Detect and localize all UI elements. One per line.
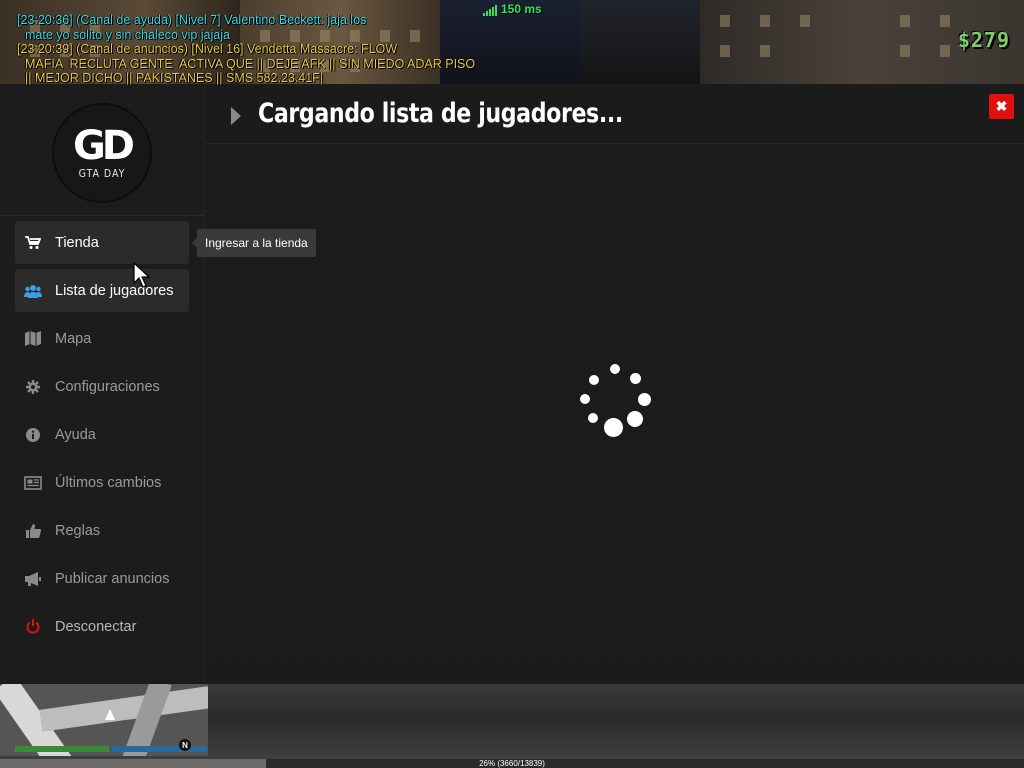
spinner-dot: [588, 413, 598, 423]
map-icon: [24, 331, 42, 347]
logo: GD GTA DAY: [52, 103, 152, 203]
building-window: [760, 15, 770, 27]
logo-subtitle: GTA DAY: [78, 167, 126, 180]
newspaper-icon: [24, 475, 42, 491]
money-counter: $279: [957, 28, 1010, 52]
chat-log: [23:20:36] (Canal de ayuda) [Nivel 7] Va…: [17, 13, 487, 86]
spinner-dot: [638, 393, 651, 406]
divider: [0, 215, 204, 216]
armor-bar: [112, 746, 207, 752]
spinner-dot: [627, 411, 643, 427]
chat-line: [23:20:36] (Canal de ayuda) [Nivel 7] Va…: [17, 13, 367, 27]
sidebar-item-label: Desconectar: [55, 618, 137, 635]
sidebar-item-label: Mapa: [55, 330, 92, 347]
spinner-dot: [580, 394, 590, 404]
chat-line: || MEJOR DICHO || PAKISTANES || SMS 582.…: [25, 71, 324, 85]
loading-spinner: [575, 364, 655, 444]
spinner-dot: [630, 373, 641, 384]
menu-panel: GD GTA DAY Tienda Lista de jugadores Map…: [0, 84, 1024, 684]
sidebar-item-label: Tienda: [55, 234, 99, 251]
sidebar-item-lista-de-jugadores[interactable]: Lista de jugadores: [15, 269, 189, 312]
sidebar-item-ultimos-cambios[interactable]: Últimos cambios: [15, 461, 189, 504]
sidebar-item-label: Configuraciones: [55, 378, 160, 395]
building-window: [900, 15, 910, 27]
mouse-cursor-icon: [133, 261, 151, 293]
sidebar-item-desconectar[interactable]: Desconectar: [15, 605, 189, 648]
caret-right-icon: [231, 107, 241, 125]
gear-icon: [24, 379, 42, 395]
megaphone-icon: [24, 571, 42, 587]
player-list-area: [205, 144, 1024, 659]
sidebar-item-ayuda[interactable]: Ayuda: [15, 413, 189, 456]
sidebar-nav: Tienda Lista de jugadores Mapa Configura…: [15, 221, 189, 653]
sidebar-item-publicar-anuncios[interactable]: Publicar anuncios: [15, 557, 189, 600]
sidebar-item-mapa[interactable]: Mapa: [15, 317, 189, 360]
spinner-dot: [610, 364, 620, 374]
spinner-dot: [589, 375, 599, 385]
main-content: Cargando lista de jugadores... ✖: [205, 84, 1024, 682]
map-road: [39, 686, 208, 732]
chat-line: MAFIA RECLUTA GENTE ACTIVA QUE || DEJE A…: [25, 56, 476, 71]
users-icon: [24, 283, 42, 299]
ping-indicator: 150 ms: [483, 2, 542, 16]
signal-icon: [483, 5, 497, 16]
sidebar-item-reglas[interactable]: Reglas: [15, 509, 189, 552]
sidebar-item-label: Lista de jugadores: [55, 282, 174, 299]
close-button[interactable]: ✖: [989, 94, 1014, 119]
building: [580, 0, 700, 84]
shopping-cart-icon: [24, 235, 42, 251]
building-window: [800, 15, 810, 27]
close-icon: ✖: [995, 98, 1008, 114]
sidebar: GD GTA DAY Tienda Lista de jugadores Map…: [0, 84, 205, 682]
sidebar-item-label: Últimos cambios: [55, 474, 162, 491]
building-window: [940, 45, 950, 57]
sidebar-item-label: Publicar anuncios: [55, 570, 170, 587]
spinner-dot: [604, 418, 623, 437]
building-window: [720, 45, 730, 57]
chat-line: mate yo solito y sin chaleco vip jajaja: [25, 27, 230, 42]
ping-value: 150 ms: [501, 2, 542, 16]
progress-label: 26% (3660/13839): [479, 759, 545, 768]
logo-badge: GD GTA DAY: [54, 105, 150, 201]
power-icon: [24, 619, 42, 635]
sidebar-item-label: Ayuda: [55, 426, 96, 443]
sidebar-item-label: Reglas: [55, 522, 101, 539]
building-window: [940, 15, 950, 27]
tooltip: Ingresar a la tienda: [192, 229, 316, 257]
download-progress-bar: 26% (3660/13839): [0, 759, 1024, 768]
content-footer: [205, 659, 1024, 682]
info-icon: [24, 427, 42, 443]
sidebar-item-configuraciones[interactable]: Configuraciones: [15, 365, 189, 408]
building-window: [900, 45, 910, 57]
health-bar: [15, 746, 109, 752]
building-window: [720, 15, 730, 27]
player-location-icon: [105, 709, 115, 720]
building-window: [760, 45, 770, 57]
logo-mark: GD: [72, 122, 135, 169]
sidebar-item-tienda[interactable]: Tienda: [15, 221, 189, 264]
compass-north-icon: N: [179, 739, 191, 751]
page-title: Cargando lista de jugadores...: [258, 98, 623, 129]
thumbs-up-icon: [24, 523, 42, 539]
content-header: Cargando lista de jugadores... ✖: [205, 84, 1024, 144]
chat-line: [23:20:39] (Canal de anuncios) [Nivel 16…: [17, 42, 398, 56]
